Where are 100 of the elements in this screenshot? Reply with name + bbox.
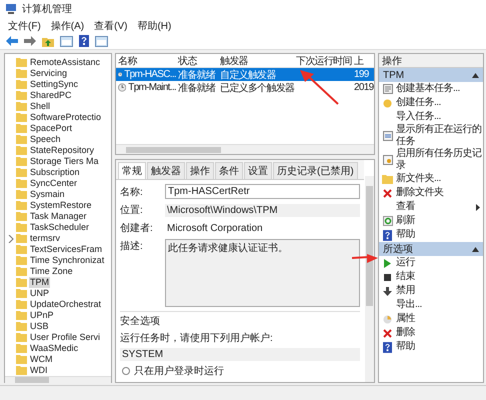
action-item[interactable]: 创建任务...	[396, 97, 441, 109]
folder-icon	[16, 289, 27, 298]
action-item[interactable]: 创建基本任务...	[396, 83, 460, 95]
folder-icon	[16, 322, 27, 331]
name-field[interactable]: Tpm-HASCertRetr	[165, 184, 360, 199]
tree-item[interactable]: SharedPC	[29, 90, 73, 101]
menu-item[interactable]: 文件(F)	[8, 18, 41, 32]
tree-item[interactable]: Storage Tiers Ma	[29, 156, 100, 167]
panel-icon[interactable]	[60, 36, 73, 46]
horizontal-scrollbar[interactable]	[5, 376, 111, 383]
task-icon	[382, 84, 392, 94]
help-icon[interactable]	[79, 35, 89, 47]
description-field[interactable]: 此任务请求健康认证证书。	[165, 239, 360, 307]
column-header[interactable]: 下次运行时间	[294, 54, 352, 68]
column-header[interactable]: 状态	[176, 54, 218, 68]
folder-icon	[16, 102, 27, 111]
tab[interactable]: 设置	[244, 162, 272, 179]
tree-item[interactable]: WaaSMedic	[29, 343, 80, 354]
tab[interactable]: 条件	[215, 162, 243, 179]
tree-item[interactable]: Servicing	[29, 68, 68, 79]
properties-icon	[383, 314, 392, 324]
tree-item[interactable]: SyncCenter	[29, 178, 78, 189]
tree-item[interactable]: WDI	[29, 365, 48, 376]
column-header[interactable]: 上	[352, 54, 374, 68]
tab[interactable]: 历史记录(已禁用)	[273, 162, 358, 179]
folder-icon	[16, 113, 27, 122]
tab[interactable]: 操作	[186, 162, 214, 179]
tab[interactable]: 常规	[118, 162, 146, 179]
play-icon	[384, 258, 391, 268]
tree-item[interactable]: Speech	[29, 134, 62, 145]
menu-item[interactable]: 帮助(H)	[137, 18, 172, 32]
tree-item[interactable]: UPnP	[29, 310, 55, 321]
horizontal-scrollbar[interactable]	[116, 144, 374, 154]
tree-item[interactable]: SystemRestore	[29, 200, 93, 211]
action-item[interactable]: 显示所有正在运行的任务	[396, 124, 483, 148]
action-item[interactable]: 结束	[396, 271, 415, 283]
section-header[interactable]: 所选项	[379, 242, 483, 256]
tree-item[interactable]: WCM	[29, 354, 54, 365]
tab[interactable]: 触发器	[147, 162, 185, 179]
section-title: TPM	[383, 70, 404, 80]
column-header[interactable]: 名称	[116, 54, 176, 68]
tree-item[interactable]: TPM	[29, 277, 50, 288]
action-item[interactable]: 禁用	[396, 285, 415, 297]
section-title: 所选项	[383, 242, 413, 256]
section-header[interactable]: TPM	[379, 68, 483, 82]
folder-icon	[16, 69, 27, 78]
action-item[interactable]: 删除	[396, 327, 415, 339]
panel-icon[interactable]	[95, 36, 108, 46]
tree-item[interactable]: termsrv	[29, 233, 61, 244]
field-label: 位置:	[120, 204, 144, 217]
tree-item[interactable]: UpdateOrchestrat	[29, 299, 102, 310]
action-item[interactable]: 启用所有任务历史记录	[396, 148, 483, 172]
action-item[interactable]: 导入任务...	[396, 111, 441, 123]
tree-item[interactable]: UNP	[29, 288, 50, 299]
menu-item[interactable]: 查看(V)	[94, 18, 128, 32]
action-item[interactable]: 导出...	[396, 299, 422, 311]
list-icon	[382, 131, 392, 141]
collapse-triangle-icon[interactable]	[472, 72, 479, 78]
forward-arrow-icon[interactable]	[24, 36, 36, 46]
tree-item[interactable]: User Profile Servi	[29, 332, 102, 343]
submenu-arrow-icon	[476, 204, 480, 210]
tree-item[interactable]: Sysmain	[29, 189, 66, 200]
collapse-triangle-icon[interactable]	[472, 246, 479, 252]
action-item[interactable]: 帮助	[396, 341, 415, 353]
back-arrow-icon[interactable]	[6, 36, 18, 46]
tree-item[interactable]: Shell	[29, 101, 52, 112]
tree-item[interactable]: StateRepository	[29, 145, 96, 156]
column-header[interactable]: 触发器	[218, 54, 294, 68]
folder-icon	[16, 355, 27, 364]
tree-item[interactable]: Task Manager	[29, 211, 88, 222]
action-item[interactable]: 帮助	[396, 229, 415, 241]
tree-item[interactable]: USB	[29, 321, 50, 332]
folder-icon	[16, 157, 27, 166]
tree-item[interactable]: SpacePort	[29, 123, 74, 134]
location-value: \Microsoft\Windows\TPM	[165, 204, 360, 216]
tree-item[interactable]: SoftwareProtectio	[29, 112, 102, 123]
folder-icon	[16, 223, 27, 232]
menu-item[interactable]: 操作(A)	[50, 18, 84, 32]
tree-item[interactable]: TaskScheduler	[29, 222, 90, 233]
action-item[interactable]: 运行	[396, 257, 415, 269]
tree-item[interactable]: SettingSync	[29, 79, 80, 90]
tree-item[interactable]: Subscription	[29, 167, 81, 178]
radio-button[interactable]	[122, 367, 130, 375]
annotation-arrow	[352, 254, 378, 264]
tree-item[interactable]: TextServicesFram	[29, 244, 104, 255]
tree-item[interactable]: Time Zone	[29, 266, 74, 277]
folder-icon	[16, 146, 27, 155]
chevron-right-icon[interactable]	[8, 234, 14, 242]
tree-item[interactable]: RemoteAssistanc	[29, 57, 102, 68]
vertical-scrollbar[interactable]	[365, 176, 374, 382]
action-item[interactable]: 属性	[396, 313, 415, 325]
folder-up-icon[interactable]	[42, 36, 54, 46]
task-row[interactable]: Tpm-Maint... 准备就绪 已定义多个触发器 2019	[116, 81, 374, 94]
action-item[interactable]: 新文件夹...	[396, 173, 441, 185]
tree-item[interactable]: Time Synchronizat	[29, 255, 106, 266]
action-item[interactable]: 刷新	[396, 215, 415, 227]
action-item[interactable]: 查看	[396, 201, 415, 213]
folder-icon	[16, 201, 27, 210]
task-row[interactable]: Tpm-HASC... 准备就绪 自定义触发器 199	[116, 68, 374, 81]
action-item[interactable]: 删除文件夹	[396, 187, 444, 199]
